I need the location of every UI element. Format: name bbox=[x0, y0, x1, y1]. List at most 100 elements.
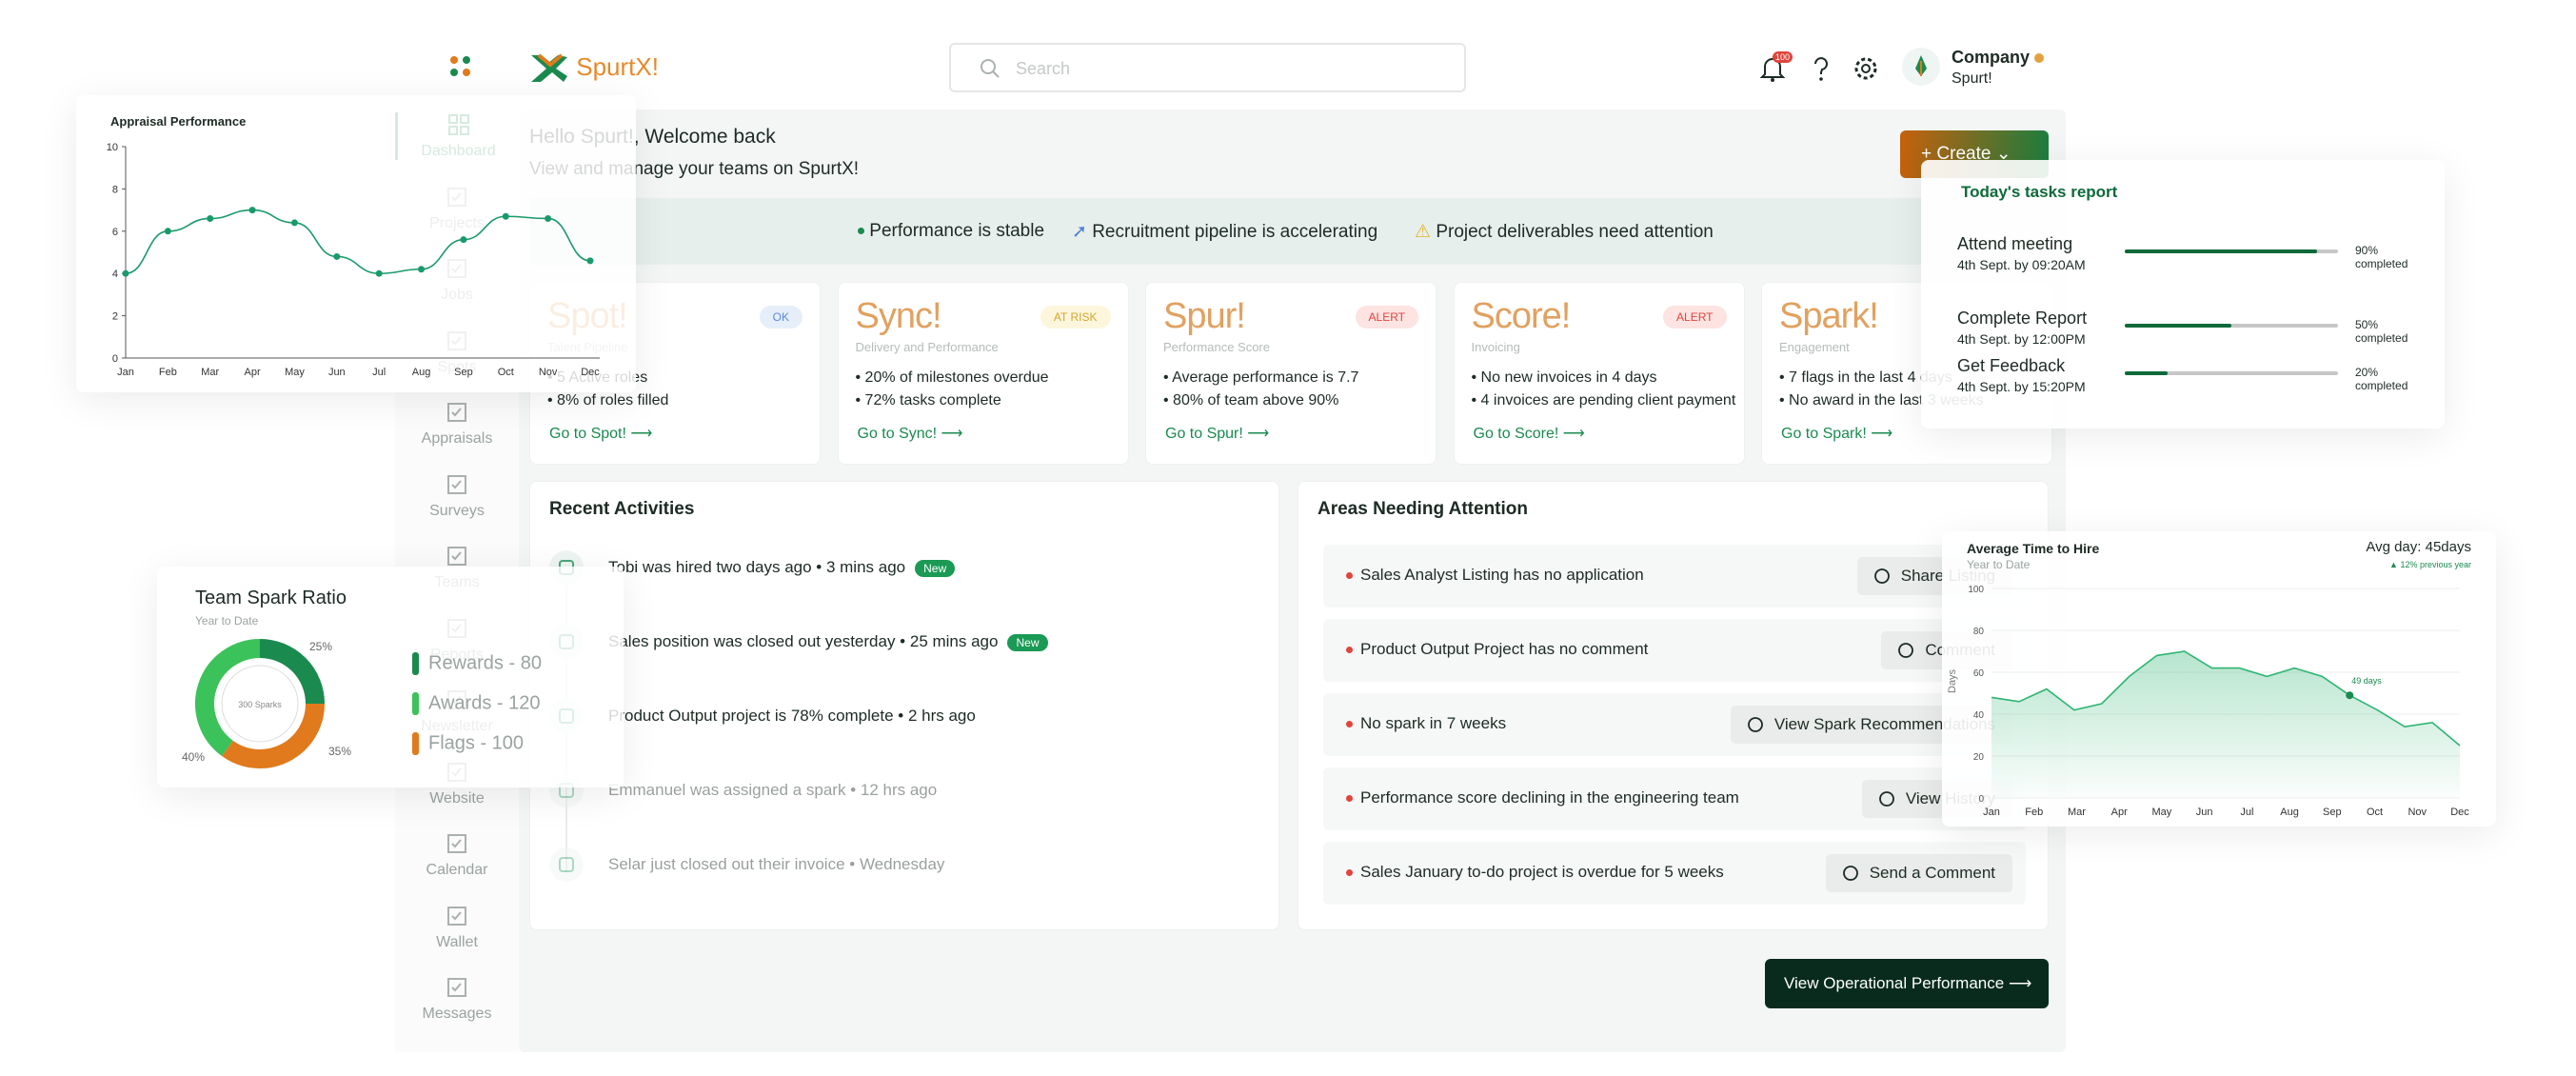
warning-icon: ⚠ bbox=[1415, 222, 1432, 242]
module-link-text: Go to Sync! bbox=[857, 426, 938, 442]
x-tick-label: Nov bbox=[539, 367, 558, 378]
search-bar[interactable]: Search bbox=[949, 43, 1466, 92]
attention-item: Product Output Project has no commentCom… bbox=[1323, 619, 2026, 682]
module-point: 80% of team above 90% bbox=[1163, 389, 1430, 412]
help-icon[interactable] bbox=[1806, 53, 1836, 84]
company-name[interactable]: Company bbox=[1952, 48, 2045, 68]
task-progress-fill bbox=[2125, 249, 2317, 253]
notification-bell-icon[interactable]: 100 bbox=[1757, 51, 1793, 84]
spurtx-logo-icon bbox=[531, 53, 567, 83]
send-icon bbox=[1842, 866, 1858, 881]
activity-item[interactable]: Emmanuel was assigned a spark • 12 hrs a… bbox=[549, 773, 1254, 811]
activity-time: 12 hrs ago bbox=[860, 781, 938, 799]
module-link-text: Go to Spark! bbox=[1781, 426, 1867, 442]
attention-text: Sales January to-do project is overdue f… bbox=[1346, 863, 1724, 882]
sidebar-item-calendar[interactable]: Calendar bbox=[395, 831, 519, 879]
module-point: 72% tasks complete bbox=[856, 389, 1122, 412]
sidebar-item-surveys[interactable]: Surveys bbox=[395, 472, 519, 520]
module-link[interactable]: Go to Spur! ⟶ bbox=[1165, 424, 1269, 443]
separator-dot: • bbox=[895, 632, 910, 650]
data-point bbox=[248, 207, 256, 214]
legend-label: Flags - 100 bbox=[428, 732, 525, 754]
separator-dot: • bbox=[893, 707, 908, 725]
module-points: Average performance is 7.780% of team ab… bbox=[1163, 367, 1430, 412]
x-tick-label: Dec bbox=[581, 367, 600, 378]
module-card-spur[interactable]: Spur! Performance Score ALERT Average perfo… bbox=[1145, 282, 1437, 465]
x-tick-label: Sep bbox=[454, 367, 473, 378]
sidebar-item-messages[interactable]: Messages bbox=[395, 975, 519, 1023]
arrow-right-icon: ⟶ bbox=[1558, 426, 1585, 442]
legend-label: Rewards - 80 bbox=[428, 652, 542, 674]
donut-slice bbox=[195, 639, 261, 757]
legend-flags: Flags - 100 bbox=[412, 732, 524, 755]
arrow-right-icon: ⟶ bbox=[2008, 974, 2032, 992]
module-link[interactable]: Go to Sync! ⟶ bbox=[858, 424, 963, 443]
banner-item-recruitment: ➚ Recruitment pipeline is accelerating bbox=[1072, 221, 1377, 243]
sidebar-item-appraisals[interactable]: Appraisals bbox=[395, 400, 519, 448]
activity-desc: Product Output project is 78% complete bbox=[608, 707, 894, 725]
search-input[interactable]: Search bbox=[1016, 59, 1070, 79]
task-date: 4th Sept. by 09:20AM bbox=[1957, 257, 2086, 272]
view-operational-performance-button[interactable]: View Operational Performance ⟶ bbox=[1765, 959, 2049, 1008]
module-card-sync[interactable]: Sync! Delivery and Performance AT RISK 20% … bbox=[837, 282, 1129, 465]
panel-subtitle: Year to Date bbox=[195, 614, 259, 628]
y-tick-label: 60 bbox=[1973, 668, 1985, 679]
data-point bbox=[460, 236, 467, 244]
activity-item[interactable]: Sales position was closed out yesterday … bbox=[549, 625, 1254, 663]
donut-center-label: 300 Sparks bbox=[238, 700, 282, 709]
sidebar-item-label: Appraisals bbox=[421, 430, 493, 447]
x-tick-label: Aug bbox=[2280, 807, 2299, 818]
arrow-right-icon: ⟶ bbox=[937, 426, 963, 442]
banner-text: Recruitment pipeline is accelerating bbox=[1092, 222, 1378, 242]
module-link[interactable]: Go to Score! ⟶ bbox=[1474, 424, 1585, 443]
task-row[interactable]: Get Feedback 4th Sept. by 15:20PM 20% comp… bbox=[1936, 356, 2431, 413]
messages-icon bbox=[447, 978, 466, 997]
rocket-icon: ➚ bbox=[1072, 222, 1087, 242]
y-axis-label: Days bbox=[1947, 668, 1958, 693]
activity-time: 2 hrs ago bbox=[907, 707, 976, 725]
company-avatar[interactable] bbox=[1902, 48, 1940, 86]
activity-item[interactable]: Tobi was hired two days ago • 3 mins ago… bbox=[549, 550, 1254, 588]
data-point bbox=[290, 219, 298, 227]
x-tick-label: Nov bbox=[2408, 807, 2427, 818]
attention-action-button[interactable]: Send a Comment bbox=[1825, 854, 2012, 892]
module-link[interactable]: Go to Spark! ⟶ bbox=[1781, 424, 1892, 443]
x-tick-label: Feb bbox=[2025, 807, 2043, 818]
module-point: 8% of roles filled bbox=[547, 389, 814, 412]
action-label: Send a Comment bbox=[1869, 864, 1995, 882]
activity-item[interactable]: Selar just closed out their invoice • We… bbox=[549, 847, 1254, 886]
task-progress-bar bbox=[2125, 324, 2338, 328]
settings-gear-icon[interactable] bbox=[1851, 53, 1881, 84]
module-point: 4 invoices are pending client payment bbox=[1472, 389, 1738, 412]
brand-logo[interactable]: SpurtX! bbox=[529, 52, 659, 84]
activity-desc: Sales position was closed out yesterday bbox=[608, 632, 896, 650]
section-title: Recent Activities bbox=[549, 499, 695, 519]
task-name: Get Feedback bbox=[1957, 356, 2066, 375]
activity-item[interactable]: Product Output project is 78% complete •… bbox=[549, 699, 1254, 737]
y-tick-label: 10 bbox=[107, 142, 118, 153]
x-tick-label: Sep bbox=[2323, 807, 2342, 818]
activity-desc: Selar just closed out their invoice bbox=[608, 855, 845, 873]
sidebar-item-label: Wallet bbox=[436, 933, 478, 950]
legend-swatch bbox=[412, 692, 419, 715]
eye-icon bbox=[1747, 717, 1763, 732]
sidebar-item-wallet[interactable]: Wallet bbox=[395, 904, 519, 951]
attention-text: Sales Analyst Listing has no application bbox=[1346, 566, 1644, 585]
apps-grid-icon[interactable] bbox=[449, 55, 474, 85]
task-progress-bar bbox=[2125, 371, 2338, 375]
module-card-score[interactable]: Score! Invoicing ALERT No new invoices in 4… bbox=[1453, 282, 1745, 465]
data-point bbox=[122, 269, 129, 277]
task-row[interactable]: Attend meeting 4th Sept. by 09:20AM 90% co… bbox=[1936, 234, 2431, 291]
module-point: No new invoices in 4 days bbox=[1472, 367, 1738, 389]
slice-label: 35% bbox=[328, 745, 351, 758]
teams-icon bbox=[447, 547, 466, 566]
activity-time: Wednesday bbox=[859, 855, 945, 873]
module-link[interactable]: Go to Spot! ⟶ bbox=[549, 424, 652, 443]
highlight-point bbox=[2346, 691, 2354, 700]
banner-text: Performance is stable bbox=[869, 221, 1045, 241]
time-to-hire-area-chart: 0 20 40 60 80 100 Days 49 days Jan Feb Mar Apr May Ju… bbox=[1947, 585, 2469, 818]
legend-awards: Awards - 120 bbox=[412, 692, 540, 715]
task-name: Complete Report bbox=[1957, 309, 2088, 328]
status-badge: AT RISK bbox=[1040, 306, 1111, 329]
y-tick-label: 40 bbox=[1973, 710, 1985, 721]
